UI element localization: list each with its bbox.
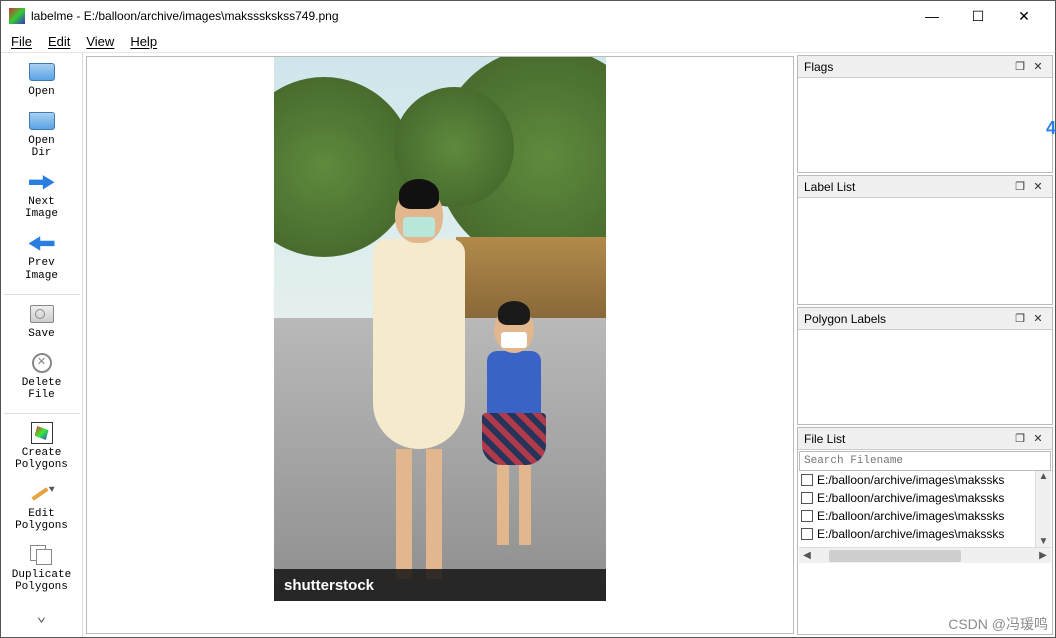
search-filename-input[interactable]: [799, 451, 1051, 471]
panel-polygon-labels-title: Polygon Labels: [804, 312, 1010, 326]
window-controls: — ☐ ✕: [909, 1, 1047, 31]
stray-char: 4: [1046, 118, 1056, 139]
file-path: E:/balloon/archive/images\makssskskss749…: [84, 9, 339, 23]
file-row[interactable]: E:/balloon/archive/images\makssks: [799, 525, 1051, 543]
pencil-icon: [31, 483, 53, 505]
menu-edit[interactable]: Edit: [48, 34, 70, 49]
tool-duplicate-polygons[interactable]: Duplicate Polygons: [4, 540, 80, 599]
horizontal-scrollbar[interactable]: ◀▶: [799, 547, 1051, 563]
duplicate-icon: [30, 545, 54, 565]
panel-restore-icon[interactable]: ❐: [1012, 59, 1028, 75]
tool-create-polygons[interactable]: Create Polygons: [4, 413, 80, 477]
titlebar: labelme - E:/balloon/archive/images\maks…: [1, 1, 1055, 31]
tool-open[interactable]: Open: [4, 57, 80, 104]
file-list[interactable]: E:/balloon/archive/images\makssks E:/bal…: [799, 471, 1051, 563]
scroll-left-icon[interactable]: ◀: [799, 550, 815, 561]
menu-view[interactable]: View: [86, 34, 114, 49]
scroll-down-icon[interactable]: ▼: [1039, 536, 1049, 547]
scroll-right-icon[interactable]: ▶: [1035, 550, 1051, 561]
loaded-image: shutterstock: [274, 57, 606, 601]
window-title: labelme - E:/balloon/archive/images\maks…: [31, 9, 909, 23]
toolbar-overflow-icon[interactable]: ⌄: [37, 606, 47, 626]
arrow-right-icon: [29, 173, 55, 191]
tool-next-image[interactable]: Next Image: [4, 167, 80, 226]
tool-open-dir[interactable]: Open Dir: [4, 106, 80, 165]
checkbox-icon[interactable]: [801, 510, 813, 522]
delete-icon: ✕: [32, 353, 52, 373]
save-icon: [30, 305, 54, 323]
panel-flags-title: Flags: [804, 60, 1010, 74]
panel-label-list-title: Label List: [804, 180, 1010, 194]
checkbox-icon[interactable]: [801, 492, 813, 504]
toolbar: Open Open Dir Next Image Prev Image Save…: [1, 53, 83, 637]
close-button[interactable]: ✕: [1001, 1, 1047, 31]
flags-list[interactable]: [798, 78, 1052, 172]
panel-close-icon[interactable]: ✕: [1030, 59, 1046, 75]
file-row[interactable]: E:/balloon/archive/images\makssks: [799, 471, 1051, 489]
menubar: File Edit View Help: [1, 31, 1055, 53]
label-list[interactable]: [798, 198, 1052, 304]
vertical-scrollbar[interactable]: ▲▼: [1035, 471, 1051, 547]
minimize-button[interactable]: —: [909, 1, 955, 31]
checkbox-icon[interactable]: [801, 528, 813, 540]
open-dir-icon: [29, 112, 55, 130]
tool-prev-image[interactable]: Prev Image: [4, 228, 80, 287]
scroll-thumb[interactable]: [829, 550, 961, 562]
app-name: labelme: [31, 9, 73, 23]
panel-restore-icon[interactable]: ❐: [1012, 311, 1028, 327]
panel-file-list: File List ❐ ✕ E:/balloon/archive/images\…: [797, 427, 1053, 635]
polygon-labels-list[interactable]: [798, 330, 1052, 424]
tool-save[interactable]: Save: [4, 294, 80, 346]
checkbox-icon[interactable]: [801, 474, 813, 486]
file-list-body: E:/balloon/archive/images\makssks E:/bal…: [798, 450, 1052, 634]
image-watermark-bar: shutterstock: [274, 569, 606, 601]
menu-help[interactable]: Help: [130, 34, 157, 49]
content-area: Open Open Dir Next Image Prev Image Save…: [1, 53, 1055, 637]
panel-close-icon[interactable]: ✕: [1030, 431, 1046, 447]
panel-close-icon[interactable]: ✕: [1030, 179, 1046, 195]
panel-restore-icon[interactable]: ❐: [1012, 431, 1028, 447]
panel-flags: Flags ❐ ✕: [797, 55, 1053, 173]
panel-polygon-labels: Polygon Labels ❐ ✕: [797, 307, 1053, 425]
open-icon: [29, 63, 55, 81]
tool-edit-polygons[interactable]: Edit Polygons: [4, 479, 80, 538]
polygon-icon: [31, 422, 53, 444]
panel-restore-icon[interactable]: ❐: [1012, 179, 1028, 195]
menu-file[interactable]: File: [11, 34, 32, 49]
tool-delete-file[interactable]: ✕ Delete File: [4, 348, 80, 407]
panel-file-list-title: File List: [804, 432, 1010, 446]
file-row[interactable]: E:/balloon/archive/images\makssks: [799, 489, 1051, 507]
panel-close-icon[interactable]: ✕: [1030, 311, 1046, 327]
right-dock: 4 Flags ❐ ✕ Label List ❐ ✕ Po: [797, 53, 1055, 637]
arrow-left-icon: [29, 234, 55, 252]
app-icon: [9, 8, 25, 24]
panel-label-list: Label List ❐ ✕: [797, 175, 1053, 305]
scroll-up-icon[interactable]: ▲: [1039, 471, 1049, 482]
image-canvas[interactable]: shutterstock: [86, 56, 794, 634]
page-watermark: CSDN @冯瑗鸣: [948, 614, 1048, 634]
maximize-button[interactable]: ☐: [955, 1, 1001, 31]
file-row[interactable]: E:/balloon/archive/images\makssks: [799, 507, 1051, 525]
app-window: labelme - E:/balloon/archive/images\maks…: [0, 0, 1056, 638]
